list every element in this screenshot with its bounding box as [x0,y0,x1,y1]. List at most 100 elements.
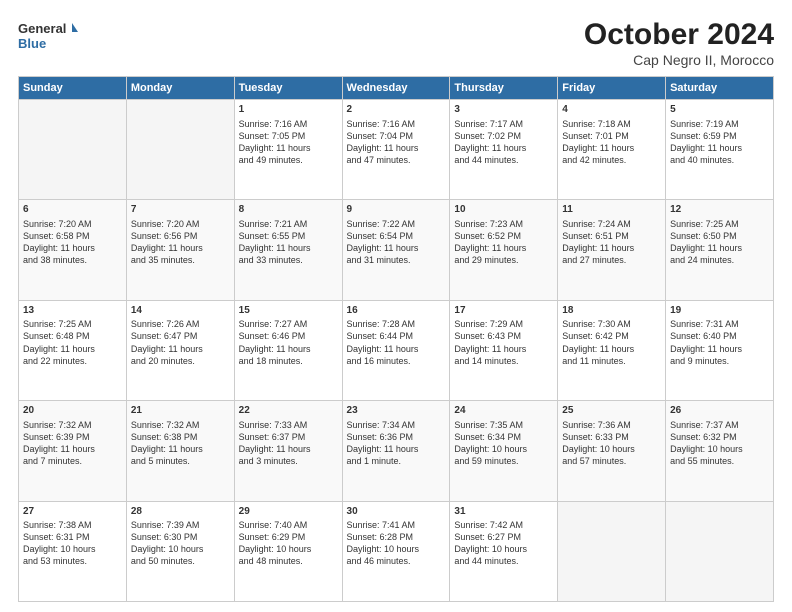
cell-content: Sunset: 6:34 PM [454,431,553,443]
cell-content: Sunrise: 7:23 AM [454,218,553,230]
cell-content: Daylight: 11 hours [239,343,338,355]
cell-content: Daylight: 11 hours [23,343,122,355]
cell-content: and 3 minutes. [239,455,338,467]
cell-content: Sunset: 6:33 PM [562,431,661,443]
cell-content: Daylight: 11 hours [131,443,230,455]
cell-content: Daylight: 10 hours [454,543,553,555]
cell-content: Sunrise: 7:21 AM [239,218,338,230]
cell-content: Sunrise: 7:33 AM [239,419,338,431]
cell-content: Sunset: 6:52 PM [454,230,553,242]
cell-content: Daylight: 11 hours [239,242,338,254]
weekday-header: Sunday [19,77,127,100]
cell-content: and 33 minutes. [239,254,338,266]
calendar-cell: 13Sunrise: 7:25 AMSunset: 6:48 PMDayligh… [19,300,127,400]
calendar-cell: 7Sunrise: 7:20 AMSunset: 6:56 PMDaylight… [126,200,234,300]
cell-content: Sunrise: 7:16 AM [239,118,338,130]
cell-content: Sunset: 6:31 PM [23,531,122,543]
cell-content: Daylight: 11 hours [347,142,446,154]
cell-content: Sunset: 6:32 PM [670,431,769,443]
cell-content: Daylight: 11 hours [670,142,769,154]
calendar-cell: 12Sunrise: 7:25 AMSunset: 6:50 PMDayligh… [666,200,774,300]
cell-content: Sunset: 6:27 PM [454,531,553,543]
cell-content: and 22 minutes. [23,355,122,367]
calendar-table: SundayMondayTuesdayWednesdayThursdayFrid… [18,76,774,602]
cell-content: Sunset: 6:54 PM [347,230,446,242]
cell-content: and 42 minutes. [562,154,661,166]
cell-content: and 48 minutes. [239,555,338,567]
cell-content: Sunrise: 7:41 AM [347,519,446,531]
cell-content: Sunset: 6:50 PM [670,230,769,242]
weekday-header: Wednesday [342,77,450,100]
cell-content: and 29 minutes. [454,254,553,266]
svg-text:Blue: Blue [18,36,46,51]
subtitle: Cap Negro II, Morocco [584,52,774,68]
day-number: 2 [347,103,446,117]
calendar-cell: 6Sunrise: 7:20 AMSunset: 6:58 PMDaylight… [19,200,127,300]
day-number: 15 [239,304,338,318]
calendar-week-row: 20Sunrise: 7:32 AMSunset: 6:39 PMDayligh… [19,401,774,501]
cell-content: Daylight: 11 hours [562,242,661,254]
cell-content: Sunrise: 7:40 AM [239,519,338,531]
cell-content: and 18 minutes. [239,355,338,367]
cell-content: Sunrise: 7:20 AM [23,218,122,230]
cell-content: Sunrise: 7:32 AM [23,419,122,431]
day-number: 12 [670,203,769,217]
cell-content: and 49 minutes. [239,154,338,166]
cell-content: Daylight: 11 hours [562,343,661,355]
cell-content: Sunrise: 7:39 AM [131,519,230,531]
calendar-cell: 31Sunrise: 7:42 AMSunset: 6:27 PMDayligh… [450,501,558,601]
cell-content: Daylight: 11 hours [23,242,122,254]
calendar-cell: 20Sunrise: 7:32 AMSunset: 6:39 PMDayligh… [19,401,127,501]
day-number: 31 [454,505,553,519]
calendar-cell [19,100,127,200]
cell-content: and 38 minutes. [23,254,122,266]
cell-content: and 1 minute. [347,455,446,467]
cell-content: Sunset: 6:37 PM [239,431,338,443]
cell-content: Daylight: 11 hours [239,443,338,455]
cell-content: and 5 minutes. [131,455,230,467]
cell-content: and 7 minutes. [23,455,122,467]
main-title: October 2024 [584,18,774,52]
day-number: 11 [562,203,661,217]
cell-content: Sunrise: 7:28 AM [347,318,446,330]
cell-content: and 27 minutes. [562,254,661,266]
day-number: 20 [23,404,122,418]
day-number: 29 [239,505,338,519]
calendar-cell: 22Sunrise: 7:33 AMSunset: 6:37 PMDayligh… [234,401,342,501]
day-number: 23 [347,404,446,418]
calendar-cell: 24Sunrise: 7:35 AMSunset: 6:34 PMDayligh… [450,401,558,501]
calendar-cell: 27Sunrise: 7:38 AMSunset: 6:31 PMDayligh… [19,501,127,601]
cell-content: Sunrise: 7:20 AM [131,218,230,230]
cell-content: and 50 minutes. [131,555,230,567]
page: General Blue October 2024 Cap Negro II, … [0,0,792,612]
day-number: 14 [131,304,230,318]
cell-content: Sunrise: 7:17 AM [454,118,553,130]
calendar-cell: 29Sunrise: 7:40 AMSunset: 6:29 PMDayligh… [234,501,342,601]
calendar-cell: 19Sunrise: 7:31 AMSunset: 6:40 PMDayligh… [666,300,774,400]
cell-content: Sunset: 6:29 PM [239,531,338,543]
calendar-cell: 4Sunrise: 7:18 AMSunset: 7:01 PMDaylight… [558,100,666,200]
calendar-week-row: 1Sunrise: 7:16 AMSunset: 7:05 PMDaylight… [19,100,774,200]
calendar-cell: 18Sunrise: 7:30 AMSunset: 6:42 PMDayligh… [558,300,666,400]
cell-content: Daylight: 11 hours [347,242,446,254]
day-number: 24 [454,404,553,418]
cell-content: Sunset: 7:01 PM [562,130,661,142]
cell-content: Sunrise: 7:42 AM [454,519,553,531]
calendar-cell: 28Sunrise: 7:39 AMSunset: 6:30 PMDayligh… [126,501,234,601]
calendar-body: 1Sunrise: 7:16 AMSunset: 7:05 PMDaylight… [19,100,774,602]
cell-content: Daylight: 11 hours [239,142,338,154]
day-number: 30 [347,505,446,519]
weekday-header: Thursday [450,77,558,100]
cell-content: Sunset: 6:51 PM [562,230,661,242]
cell-content: Sunset: 6:56 PM [131,230,230,242]
day-number: 5 [670,103,769,117]
day-number: 4 [562,103,661,117]
weekday-header: Tuesday [234,77,342,100]
day-number: 21 [131,404,230,418]
cell-content: Sunset: 7:05 PM [239,130,338,142]
calendar-cell: 16Sunrise: 7:28 AMSunset: 6:44 PMDayligh… [342,300,450,400]
calendar-week-row: 27Sunrise: 7:38 AMSunset: 6:31 PMDayligh… [19,501,774,601]
calendar-cell [558,501,666,601]
calendar-cell: 1Sunrise: 7:16 AMSunset: 7:05 PMDaylight… [234,100,342,200]
cell-content: Sunset: 6:55 PM [239,230,338,242]
